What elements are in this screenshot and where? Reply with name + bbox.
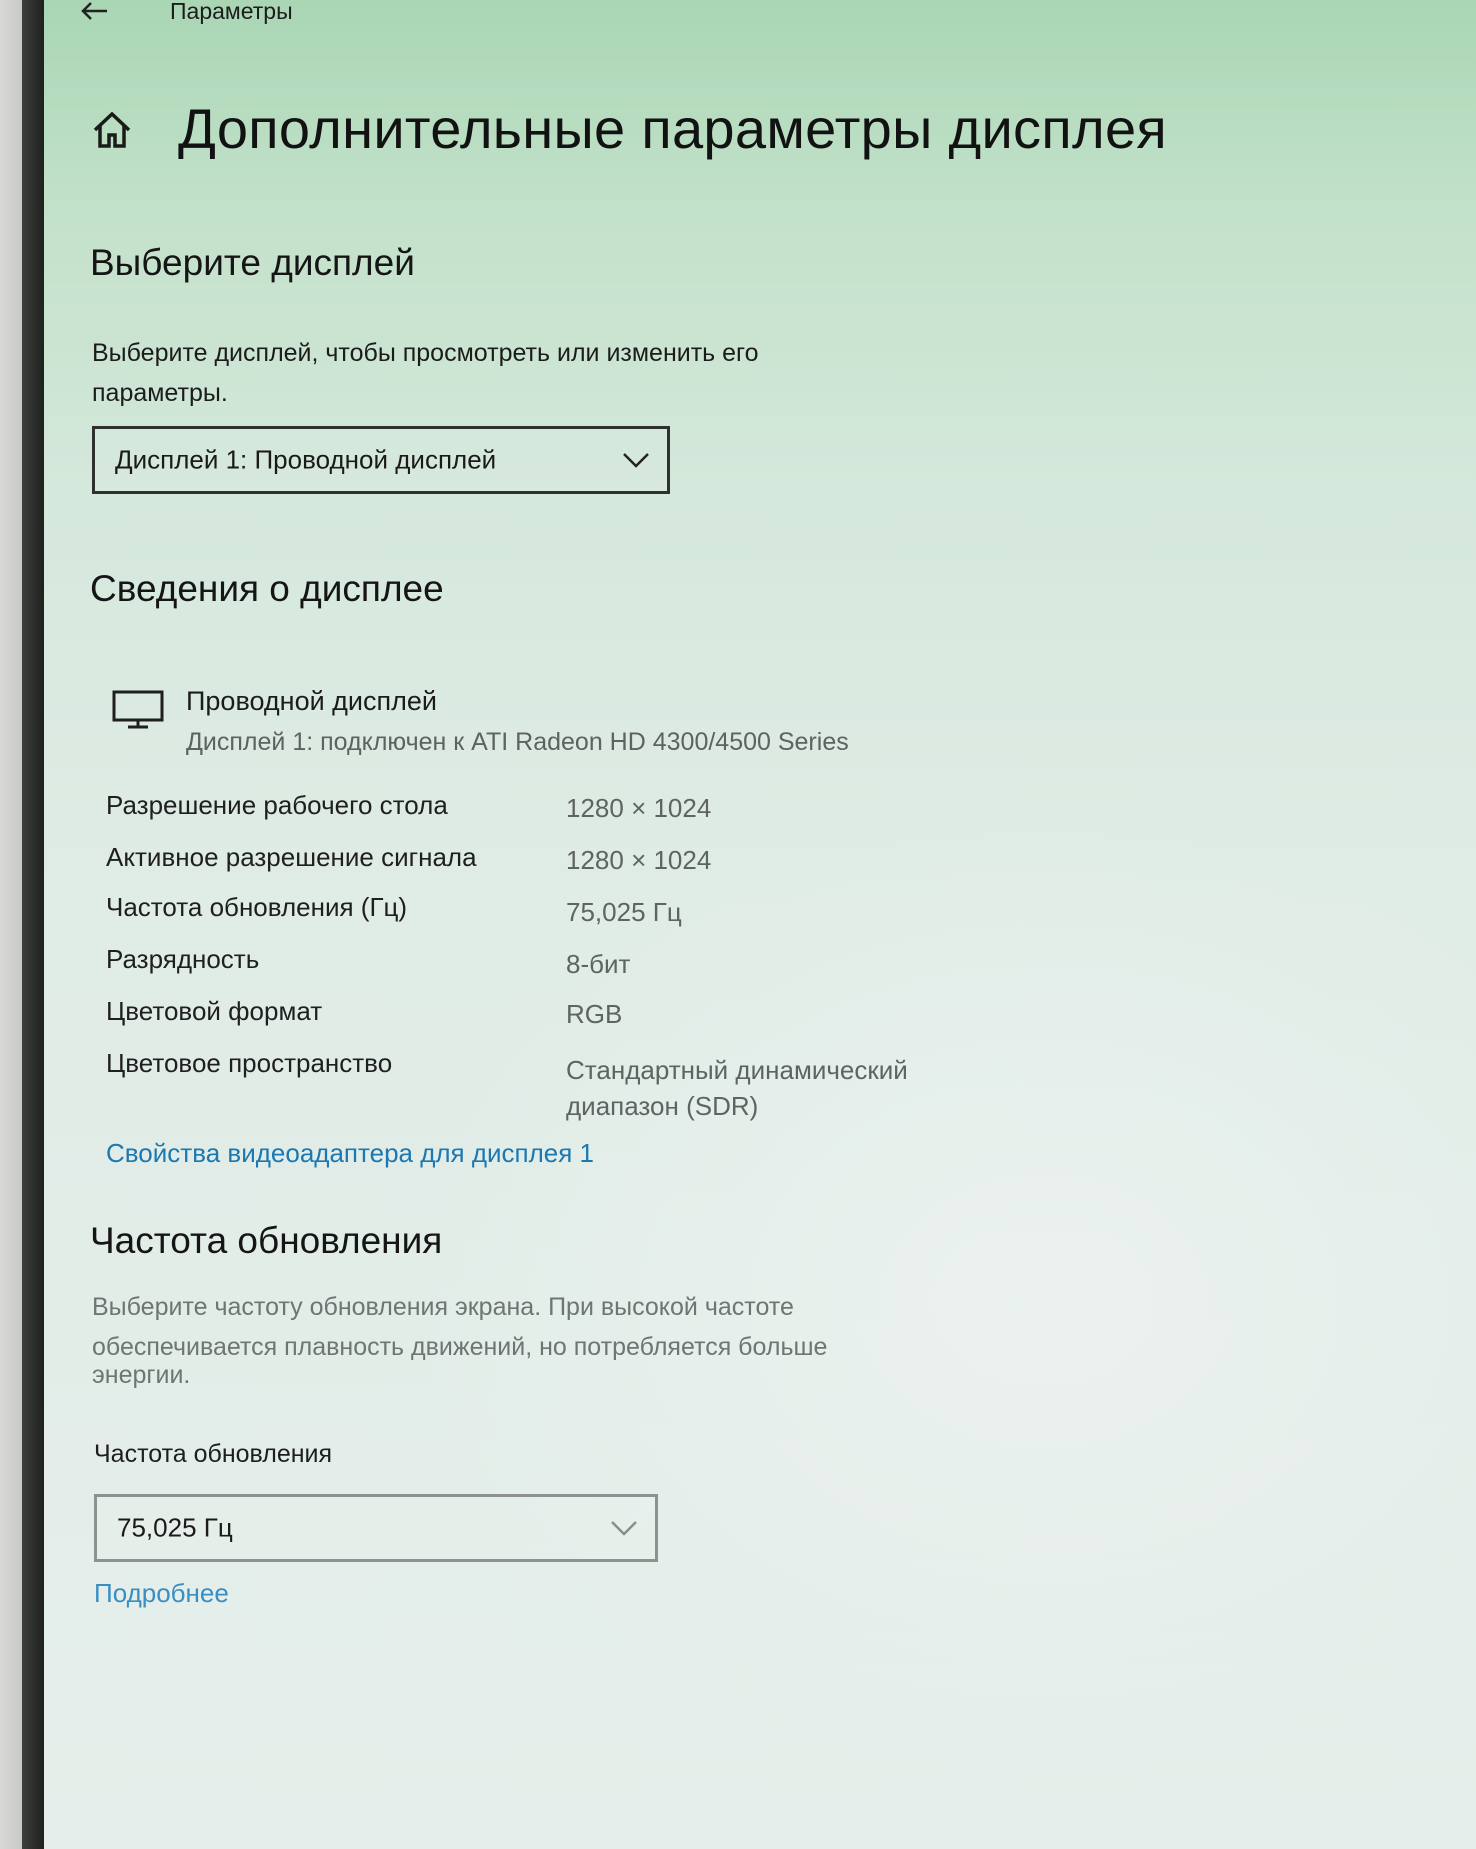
adapter-properties-link[interactable]: Свойства видеоадаптера для дисплея 1 — [106, 1138, 594, 1169]
info-value-refresh-rate: 75,025 Гц — [566, 897, 682, 927]
app-title: Параметры — [170, 0, 293, 24]
info-value-color-format: RGB — [566, 999, 623, 1029]
info-label-active-resolution: Активное разрешение сигнала — [106, 842, 477, 872]
display-select-value: Дисплей 1: Проводной дисплей — [115, 444, 497, 475]
refresh-rate-heading: Частота обновления — [90, 1220, 443, 1261]
info-label-refresh-rate: Частота обновления (Гц) — [106, 892, 408, 922]
home-icon — [93, 111, 131, 148]
info-value-desktop-resolution: 1280 × 1024 — [566, 793, 712, 823]
monitor-icon — [112, 690, 164, 729]
back-arrow-icon — [81, 2, 107, 20]
select-display-heading: Выберите дисплей — [90, 242, 415, 283]
home-button[interactable] — [90, 108, 134, 152]
select-display-description-2: параметры. — [92, 379, 228, 407]
settings-window: Параметры Дополнительные параметры диспл… — [44, 0, 1476, 1849]
chevron-down-icon — [623, 453, 649, 468]
monitor-bezel-edge — [22, 0, 44, 1849]
display-info-heading: Сведения о дисплее — [90, 568, 444, 609]
page-title: Дополнительные параметры дисплея — [178, 97, 1168, 160]
info-value-active-resolution: 1280 × 1024 — [566, 845, 712, 875]
info-label-color-space: Цветовое пространство — [106, 1048, 393, 1078]
info-label-bit-depth: Разрядность — [106, 944, 260, 974]
refresh-rate-field-label: Частота обновления — [94, 1440, 333, 1468]
refresh-rate-description-1: Выберите частоту обновления экрана. При … — [92, 1293, 794, 1321]
refresh-rate-description-2: обеспечивается плавность движений, но по… — [92, 1333, 828, 1361]
monitor-bezel-left — [0, 0, 22, 1849]
title-bar: Параметры — [44, 0, 1476, 30]
display-device-name: Проводной дисплей — [186, 686, 437, 716]
back-button[interactable] — [74, 0, 114, 28]
info-value-color-space-2: диапазон (SDR) — [566, 1091, 759, 1121]
display-device-subtitle: Дисплей 1: подключен к ATI Radeon HD 430… — [186, 728, 849, 756]
select-display-description-1: Выберите дисплей, чтобы просмотреть или … — [92, 339, 759, 367]
learn-more-link[interactable]: Подробнее — [94, 1578, 229, 1609]
display-select-dropdown[interactable]: Дисплей 1: Проводной дисплей — [92, 426, 670, 494]
refresh-rate-dropdown[interactable]: 75,025 Гц — [94, 1494, 658, 1562]
info-value-bit-depth: 8-бит — [566, 949, 631, 979]
refresh-rate-value: 75,025 Гц — [117, 1512, 233, 1543]
info-value-color-space-1: Стандартный динамический — [566, 1055, 908, 1085]
refresh-rate-description-3: энергии. — [92, 1361, 191, 1389]
info-label-color-format: Цветовой формат — [106, 996, 323, 1026]
info-label-desktop-resolution: Разрешение рабочего стола — [106, 790, 448, 820]
chevron-down-icon — [611, 1521, 637, 1536]
